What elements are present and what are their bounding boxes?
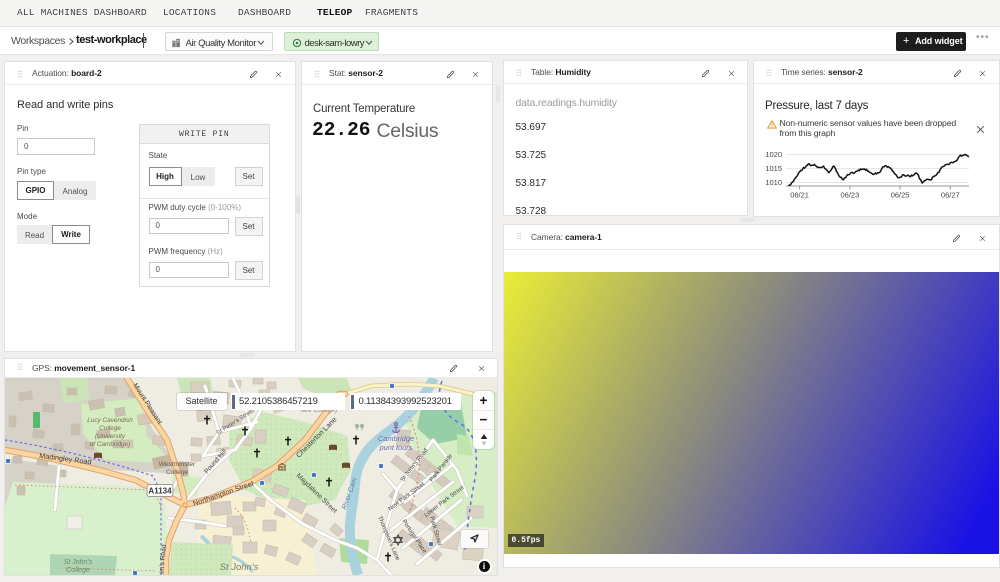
svg-text:06/27: 06/27 — [941, 191, 960, 200]
svg-text:1020: 1020 — [765, 150, 782, 159]
svg-text:(University: (University — [95, 433, 126, 440]
svg-text:punt tours: punt tours — [379, 443, 413, 452]
svg-text:1015: 1015 — [765, 164, 782, 173]
svg-text:Cambridge: Cambridge — [378, 434, 414, 443]
svg-text:of Cambridge): of Cambridge) — [90, 441, 131, 448]
svg-text:06/25: 06/25 — [891, 191, 910, 200]
svg-text:College: College — [66, 567, 90, 574]
svg-text:1010: 1010 — [765, 178, 782, 187]
svg-text:Lucy Cavendish: Lucy Cavendish — [87, 417, 133, 424]
svg-text:College: College — [99, 425, 121, 432]
svg-text:A1134: A1134 — [148, 487, 172, 496]
svg-text:St John's: St John's — [220, 562, 259, 573]
svg-text:St John's: St John's — [64, 559, 93, 566]
svg-text:Westminster: Westminster — [159, 461, 196, 468]
svg-text:College: College — [166, 469, 189, 476]
svg-text:06/21: 06/21 — [790, 191, 809, 200]
svg-text:06/23: 06/23 — [841, 191, 860, 200]
